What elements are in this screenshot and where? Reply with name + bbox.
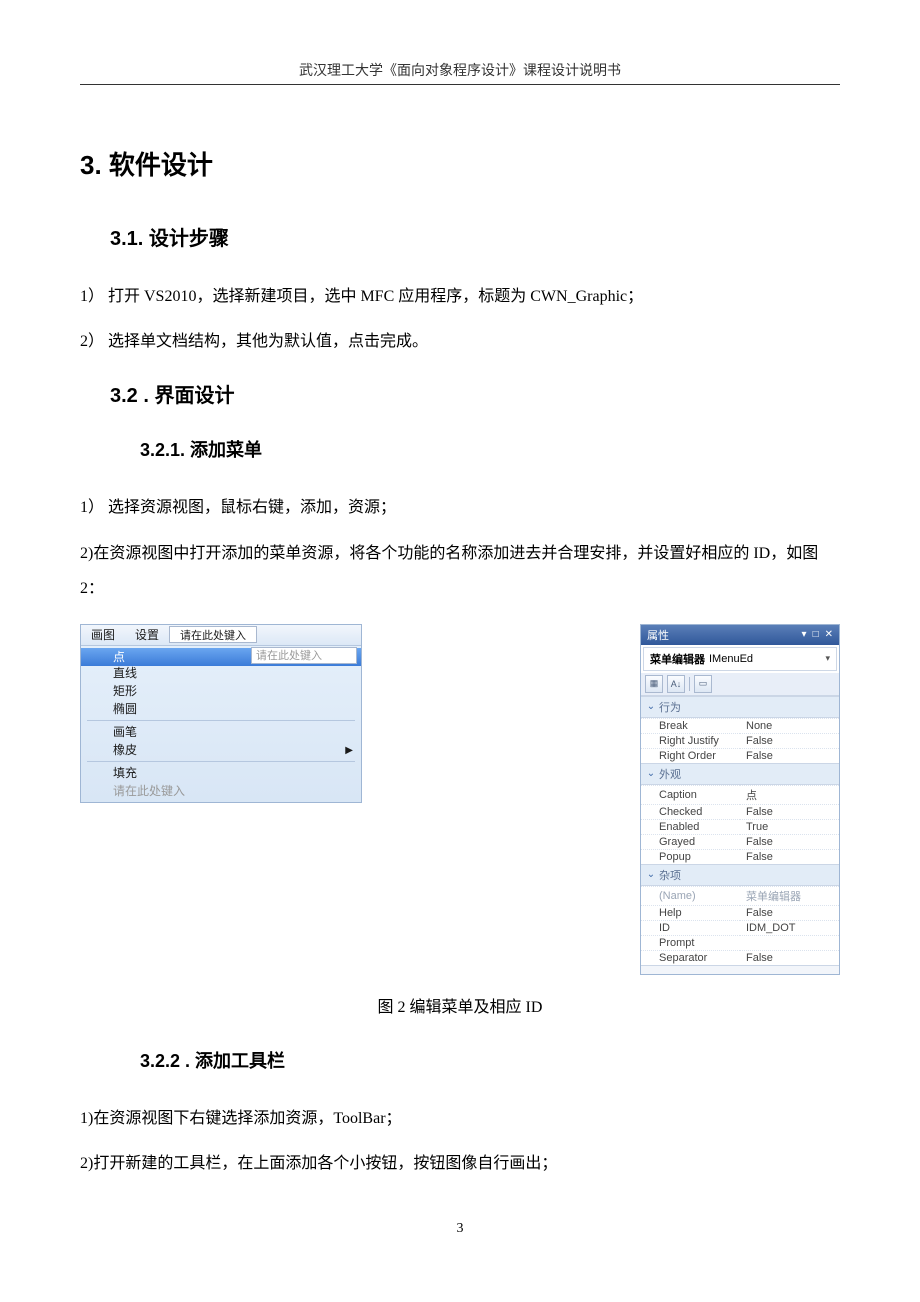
menu-bar-item[interactable]: 画图 — [81, 626, 125, 643]
chevron-down-icon: ⌄ — [645, 701, 657, 712]
menu-item[interactable]: 矩形 — [81, 682, 361, 700]
properties-titlebar: 属性 ▾ □ ✕ — [641, 625, 839, 645]
property-row[interactable]: BreakNone — [641, 718, 839, 733]
menu-item-label: 请在此处键入 — [113, 782, 185, 799]
category-label: 杂项 — [659, 867, 681, 883]
heading-h1: 3. 软件设计 — [80, 145, 840, 182]
menu-bar-item[interactable]: 设置 — [125, 626, 169, 643]
properties-grid: BreakNone Right JustifyFalse Right Order… — [641, 718, 839, 763]
menu-item-label: 画笔 — [113, 723, 137, 740]
property-row[interactable]: IDIDM_DOT — [641, 920, 839, 935]
menu-bar-placeholder[interactable]: 请在此处键入 — [169, 626, 257, 643]
properties-grid: (Name)菜单编辑器 HelpFalse IDIDM_DOT Prompt S… — [641, 886, 839, 965]
menu-item-label: 橡皮 — [113, 741, 137, 758]
category-label: 行为 — [659, 699, 681, 715]
chevron-down-icon: ⌄ — [645, 768, 657, 779]
property-row[interactable]: EnabledTrue — [641, 819, 839, 834]
menu-separator — [87, 720, 355, 721]
categorized-icon[interactable]: ▦ — [645, 675, 663, 693]
paragraph: 1） 选择资源视图，鼠标右键，添加，资源； — [80, 490, 840, 525]
property-row[interactable]: CheckedFalse — [641, 804, 839, 819]
chevron-down-icon: ▾ — [825, 653, 830, 664]
menu-item-placeholder[interactable]: 请在此处键入 — [81, 782, 361, 800]
properties-panel: 属性 ▾ □ ✕ 菜单编辑器 IMenuEd ▾ ▦ A↓ ▭ ⌄行为 Br — [640, 624, 840, 975]
dropdown-icon[interactable]: ▾ — [802, 629, 807, 640]
property-row: (Name)菜单编辑器 — [641, 886, 839, 905]
heading-h2-design-steps: 3.1. 设计步骤 — [110, 222, 840, 251]
category-row-appearance[interactable]: ⌄外观 — [641, 763, 839, 785]
maximize-icon[interactable]: □ — [813, 629, 819, 640]
menu-item[interactable]: 椭圆 — [81, 700, 361, 718]
menu-editor-panel: 画图 设置 请在此处键入 点 请在此处键入 直线 矩形 椭圆 画笔 橡皮 ▶ — [80, 624, 362, 803]
property-row[interactable]: SeparatorFalse — [641, 950, 839, 965]
property-row[interactable]: Caption点 — [641, 785, 839, 804]
paragraph: 2） 选择单文档结构，其他为默认值，点击完成。 — [80, 324, 840, 359]
figure-2: 画图 设置 请在此处键入 点 请在此处键入 直线 矩形 椭圆 画笔 橡皮 ▶ — [80, 624, 840, 975]
menu-flyout-placeholder[interactable]: 请在此处键入 — [251, 647, 357, 664]
page-number: 3 — [80, 1221, 840, 1237]
chevron-down-icon: ⌄ — [645, 869, 657, 880]
properties-title: 属性 — [647, 627, 669, 643]
toolbar-separator — [689, 677, 690, 691]
heading-h3-add-menu: 3.2.1. 添加菜单 — [140, 436, 840, 462]
menu-item-label: 填充 — [113, 764, 137, 781]
properties-grid: Caption点 CheckedFalse EnabledTrue Grayed… — [641, 785, 839, 864]
menu-item-label: 直线 — [113, 664, 137, 681]
page-icon[interactable]: ▭ — [694, 675, 712, 693]
properties-toolbar: ▦ A↓ ▭ — [641, 673, 839, 696]
paragraph: 2)打开新建的工具栏，在上面添加各个小按钮，按钮图像自行画出； — [80, 1146, 840, 1181]
menu-item-label: 矩形 — [113, 682, 137, 699]
category-label: 外观 — [659, 766, 681, 782]
property-row[interactable]: Prompt — [641, 935, 839, 950]
menu-item-label: 椭圆 — [113, 700, 137, 717]
category-row-behavior[interactable]: ⌄行为 — [641, 696, 839, 718]
properties-footer — [641, 965, 839, 974]
property-row[interactable]: GrayedFalse — [641, 834, 839, 849]
menu-item[interactable]: 橡皮 ▶ — [81, 741, 361, 759]
menu-bar: 画图 设置 请在此处键入 — [81, 625, 361, 646]
property-row[interactable]: HelpFalse — [641, 905, 839, 920]
sort-icon[interactable]: A↓ — [667, 675, 685, 693]
menu-item-label: 点 — [113, 648, 125, 665]
figure-caption: 图 2 编辑菜单及相应 ID — [80, 993, 840, 1017]
menu-item[interactable]: 画笔 — [81, 723, 361, 741]
combo-value: IMenuEd — [709, 653, 753, 665]
menu-dropdown: 点 请在此处键入 直线 矩形 椭圆 画笔 橡皮 ▶ 填充 请在此处键入 — [81, 646, 361, 802]
submenu-arrow-icon: ▶ — [345, 745, 353, 756]
close-icon[interactable]: ✕ — [825, 629, 833, 640]
menu-separator — [87, 761, 355, 762]
properties-object-combo[interactable]: 菜单编辑器 IMenuEd ▾ — [643, 647, 837, 671]
heading-h3-add-toolbar: 3.2.2 . 添加工具栏 — [140, 1047, 840, 1073]
menu-flyout: 请在此处键入 — [251, 647, 361, 664]
combo-label: 菜单编辑器 — [650, 651, 705, 667]
paragraph: 1)在资源视图下右键选择添加资源，ToolBar； — [80, 1101, 840, 1136]
paragraph: 2)在资源视图中打开添加的菜单资源，将各个功能的名称添加进去并合理安排，并设置好… — [80, 536, 840, 606]
heading-h2-ui-design: 3.2 . 界面设计 — [110, 379, 840, 408]
property-row[interactable]: PopupFalse — [641, 849, 839, 864]
menu-item[interactable]: 填充 — [81, 764, 361, 782]
property-row[interactable]: Right OrderFalse — [641, 748, 839, 763]
property-row[interactable]: Right JustifyFalse — [641, 733, 839, 748]
category-row-misc[interactable]: ⌄杂项 — [641, 864, 839, 886]
page-header: 武汉理工大学《面向对象程序设计》课程设计说明书 — [80, 60, 840, 85]
paragraph: 1） 打开 VS2010，选择新建项目，选中 MFC 应用程序，标题为 CWN_… — [80, 279, 840, 314]
menu-item[interactable]: 直线 — [81, 664, 361, 682]
